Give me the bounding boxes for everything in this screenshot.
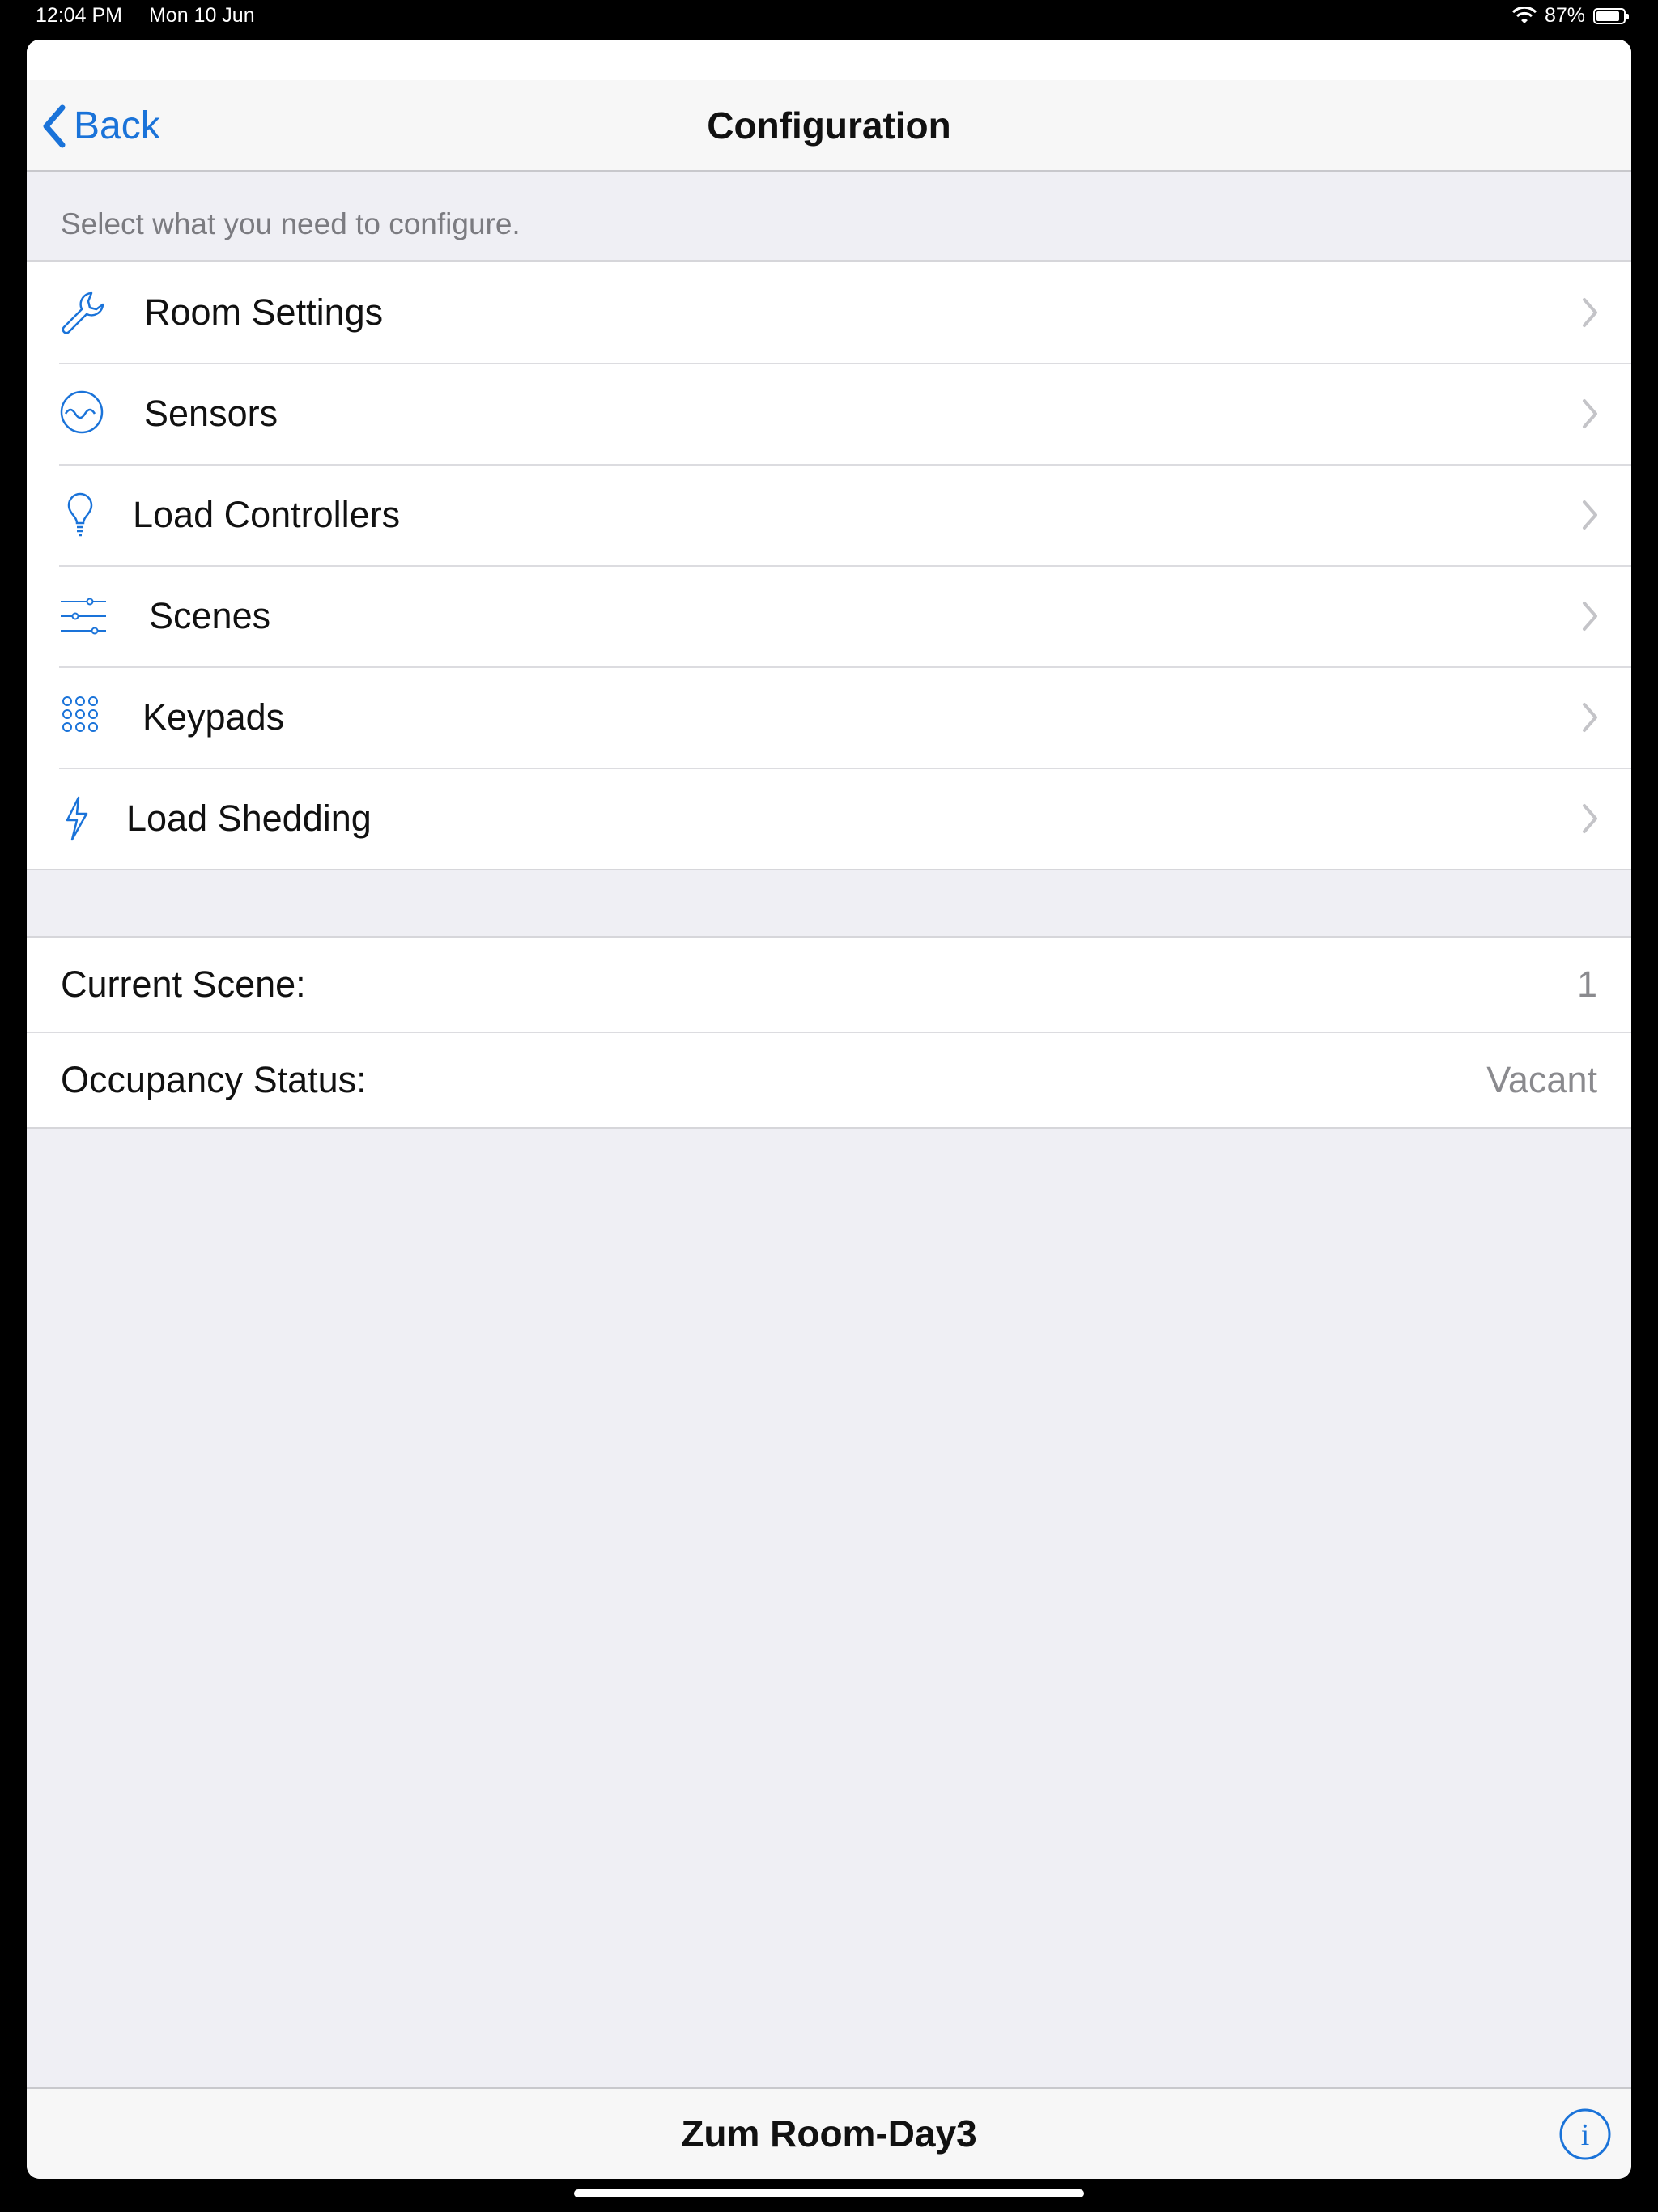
configuration-menu: Room Settings Sensors Load Controllers S… xyxy=(27,262,1631,870)
menu-item-label: Scenes xyxy=(149,594,271,636)
section-header: Select what you need to configure. xyxy=(27,172,1631,262)
sliders-icon xyxy=(57,590,109,642)
svg-text:i: i xyxy=(1581,2118,1590,2152)
chevron-right-icon xyxy=(1583,601,1597,631)
menu-item-label: Sensors xyxy=(144,392,278,434)
occupancy-status-label: Occupancy Status: xyxy=(61,1059,367,1100)
current-scene-value: 1 xyxy=(1576,963,1597,1005)
occupancy-status-row: Occupancy Status: Vacant xyxy=(27,1032,1631,1127)
chevron-right-icon xyxy=(1583,500,1597,530)
chevron-right-icon xyxy=(1583,297,1597,327)
home-indicator[interactable] xyxy=(574,2189,1084,2197)
chevron-right-icon xyxy=(1583,702,1597,732)
menu-item-label: Load Controllers xyxy=(133,493,401,535)
navigation-bar: Back Configuration xyxy=(27,80,1631,172)
bottom-toolbar: Zum Room-Day3 i xyxy=(27,2087,1631,2179)
room-status-list: Current Scene: 1 Occupancy Status: Vacan… xyxy=(27,936,1631,1129)
configuration-sheet: Back Configuration Select what you need … xyxy=(27,40,1631,2179)
menu-item-scenes[interactable]: Scenes xyxy=(27,565,1631,666)
page-title: Configuration xyxy=(707,104,951,147)
menu-item-room-settings[interactable]: Room Settings xyxy=(27,262,1631,363)
menu-item-keypads[interactable]: Keypads xyxy=(27,666,1631,768)
occupancy-status-value: Vacant xyxy=(1486,1059,1597,1100)
current-scene-row: Current Scene: 1 xyxy=(27,938,1631,1032)
info-icon[interactable]: i xyxy=(1559,2108,1611,2160)
menu-item-label: Room Settings xyxy=(144,291,384,333)
sensor-wave-icon xyxy=(57,388,109,440)
status-right: 87% xyxy=(1511,4,1629,28)
sheet-top-strip xyxy=(27,40,1631,80)
menu-item-load-shedding[interactable]: Load Shedding xyxy=(27,768,1631,869)
battery-level xyxy=(1596,11,1619,21)
menu-item-label: Keypads xyxy=(142,696,285,738)
status-date: Mon 10 Jun xyxy=(148,4,255,27)
wrench-icon xyxy=(57,287,109,338)
current-scene-label: Current Scene: xyxy=(61,963,306,1005)
keypad-grid-icon xyxy=(57,691,109,743)
status-left: 12:04 PM Mon 10 Jun xyxy=(36,4,276,28)
menu-item-sensors[interactable]: Sensors xyxy=(27,363,1631,464)
lightbulb-icon xyxy=(57,489,109,541)
lightning-icon xyxy=(57,793,109,844)
status-bar: 12:04 PM Mon 10 Jun 87% xyxy=(0,0,1658,39)
chevron-right-icon xyxy=(1583,398,1597,428)
battery-icon xyxy=(1593,7,1629,24)
room-name: Zum Room-Day3 xyxy=(681,2112,977,2155)
battery-percent: 87% xyxy=(1544,4,1585,27)
status-time: 12:04 PM xyxy=(36,4,123,27)
chevron-right-icon xyxy=(1583,803,1597,833)
wifi-icon xyxy=(1511,6,1537,23)
menu-item-load-controllers[interactable]: Load Controllers xyxy=(27,464,1631,565)
menu-item-label: Load Shedding xyxy=(126,797,372,839)
